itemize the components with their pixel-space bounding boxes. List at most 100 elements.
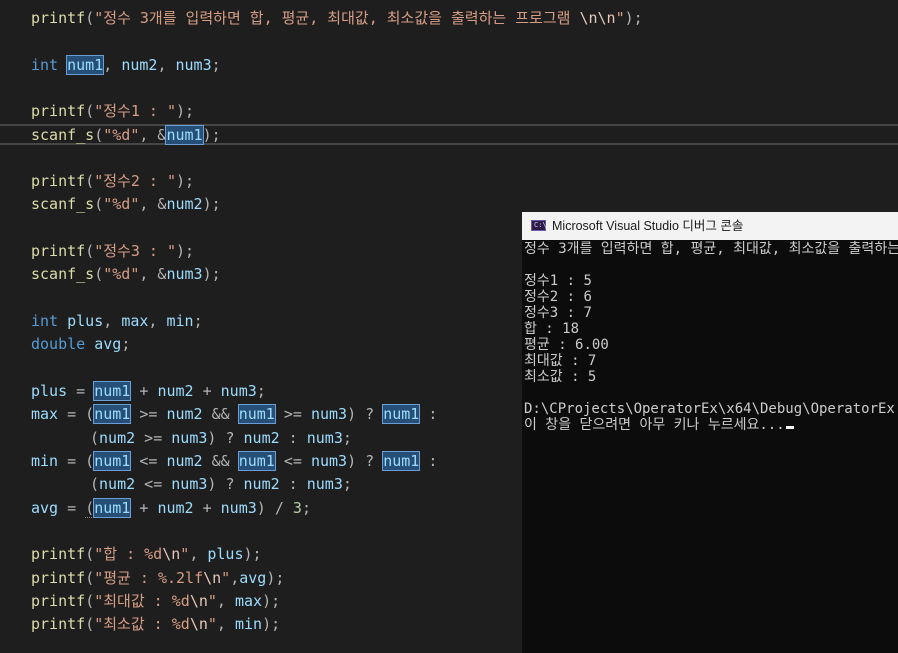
console-icon-label: C:\ bbox=[534, 221, 547, 229]
code-token: ; bbox=[342, 429, 352, 447]
code-token: ); bbox=[202, 195, 221, 213]
code-token: ); bbox=[202, 126, 221, 144]
code-line-14[interactable]: min = (num1 <= num2 && num1 <= num3) ? n… bbox=[31, 450, 437, 472]
code-token: ); bbox=[262, 615, 281, 633]
code-token: num3 bbox=[166, 265, 203, 283]
code-token: \n bbox=[189, 615, 208, 633]
code-token: num2 bbox=[166, 195, 203, 213]
code-line-16[interactable]: avg = (num1 + num2 + num3) / 3; bbox=[31, 497, 311, 519]
code-token: plus bbox=[31, 382, 68, 400]
code-token: "최대값 : %d bbox=[94, 592, 190, 610]
code-token-selected: num1 bbox=[93, 498, 132, 518]
code-token: num3 bbox=[310, 452, 348, 470]
code-token: num2 bbox=[166, 452, 203, 470]
code-token: min bbox=[31, 452, 59, 470]
code-token: : bbox=[419, 452, 438, 470]
code-token: "정수 3개를 입력하면 합, 평균, 최대값, 최소값을 출력하는 프로그램 bbox=[94, 9, 580, 27]
code-token: num3 bbox=[171, 429, 208, 447]
code-line-12[interactable]: max = (num1 >= num2 && num1 >= num3) ? n… bbox=[31, 403, 437, 425]
code-line-18[interactable]: printf("평균 : %.2lf\n",avg); bbox=[31, 567, 284, 589]
console-line: 합 : 18 bbox=[524, 321, 580, 337]
code-line-11[interactable]: plus = num1 + num2 + num3; bbox=[31, 380, 266, 402]
code-token: = bbox=[67, 382, 95, 400]
code-token: , bbox=[157, 56, 176, 74]
code-token: plus bbox=[207, 545, 244, 563]
code-token: ; bbox=[211, 56, 221, 74]
console-line: 최소값 : 5 bbox=[524, 369, 597, 385]
code-line-2[interactable]: int num1, num2, num3; bbox=[31, 54, 221, 76]
code-token: ); bbox=[266, 569, 285, 587]
code-line-8[interactable]: scanf_s("%d", &num3); bbox=[31, 263, 221, 285]
code-token: ); bbox=[262, 592, 281, 610]
code-line-7[interactable]: printf("정수3 : "); bbox=[31, 240, 194, 262]
code-token: ; bbox=[193, 312, 203, 330]
code-token: "최소값 : %d bbox=[94, 615, 190, 633]
code-token: "%d" bbox=[103, 195, 140, 213]
code-token: " bbox=[615, 9, 625, 27]
code-token: num2 bbox=[157, 382, 194, 400]
code-line-13[interactable]: (num2 >= num3) ? num2 : num3; bbox=[90, 427, 352, 449]
code-line-20[interactable]: printf("최소값 : %d\n", min); bbox=[31, 613, 280, 635]
code-token: ) ? bbox=[347, 452, 384, 470]
code-token: >= bbox=[130, 405, 167, 423]
code-token: ); bbox=[243, 545, 262, 563]
code-token: num3 bbox=[220, 499, 257, 517]
code-token: num3 bbox=[171, 475, 208, 493]
code-token: ( bbox=[90, 475, 100, 493]
code-token-selected: num1 bbox=[237, 404, 276, 424]
code-token: num2 bbox=[121, 56, 158, 74]
code-token: "합 : %d bbox=[94, 545, 163, 563]
code-token: , & bbox=[139, 265, 167, 283]
code-token: ( bbox=[94, 126, 104, 144]
code-token: num2 bbox=[243, 475, 280, 493]
code-token: num3 bbox=[306, 429, 343, 447]
code-line-19[interactable]: printf("최대값 : %d\n", max); bbox=[31, 590, 280, 612]
code-token: ( bbox=[85, 569, 95, 587]
code-token: ); bbox=[202, 265, 221, 283]
debug-console-window[interactable]: C:\ Microsoft Visual Studio 디버그 콘솔 정수 3개… bbox=[522, 212, 898, 653]
code-line-9[interactable]: int plus, max, min; bbox=[31, 310, 203, 332]
code-token-selected: num1 bbox=[93, 404, 132, 424]
code-token: , bbox=[103, 56, 122, 74]
code-token: double bbox=[31, 335, 86, 353]
code-token: num2 bbox=[243, 429, 280, 447]
code-line-4[interactable]: scanf_s("%d", &num1); bbox=[31, 124, 221, 146]
code-token: + bbox=[193, 499, 221, 517]
code-token: ); bbox=[176, 102, 195, 120]
code-token: && bbox=[202, 452, 239, 470]
code-token: ( bbox=[85, 592, 95, 610]
code-line-1[interactable]: printf("정수 3개를 입력하면 합, 평균, 최대값, 최소값을 출력하… bbox=[31, 7, 643, 29]
code-token: avg bbox=[94, 335, 122, 353]
code-token: ) ? bbox=[347, 405, 384, 423]
code-token: max bbox=[234, 592, 263, 610]
code-token: num3 bbox=[306, 475, 343, 493]
code-token: \n bbox=[189, 592, 208, 610]
code-line-5[interactable]: printf("정수2 : "); bbox=[31, 170, 194, 192]
code-token: + bbox=[130, 499, 158, 517]
console-line: 정수3 : 7 bbox=[524, 305, 592, 321]
code-token: : bbox=[279, 475, 307, 493]
code-token: scanf_s bbox=[31, 195, 95, 213]
code-token-selected: num1 bbox=[237, 451, 276, 471]
code-token: printf bbox=[31, 545, 86, 563]
console-output[interactable]: 정수 3개를 입력하면 합, 평균, 최대값, 최소값을 출력하는 프로그램 정… bbox=[522, 240, 898, 653]
code-line-10[interactable]: double avg; bbox=[31, 333, 130, 355]
code-token: ; bbox=[256, 382, 266, 400]
code-token: ( bbox=[85, 615, 95, 633]
code-line-6[interactable]: scanf_s("%d", &num2); bbox=[31, 193, 221, 215]
code-line-3[interactable]: printf("정수1 : "); bbox=[31, 100, 194, 122]
code-line-15[interactable]: (num2 <= num3) ? num2 : num3; bbox=[90, 473, 352, 495]
code-token-selected: num1 bbox=[93, 381, 132, 401]
console-window-title: Microsoft Visual Studio 디버그 콘솔 bbox=[552, 219, 744, 233]
code-token: , bbox=[216, 615, 235, 633]
code-token: avg bbox=[31, 499, 59, 517]
code-token: ; bbox=[342, 475, 352, 493]
code-token: ( bbox=[94, 195, 104, 213]
code-token: ( bbox=[90, 429, 100, 447]
code-line-17[interactable]: printf("합 : %d\n", plus); bbox=[31, 543, 262, 565]
code-token: num3 bbox=[175, 56, 212, 74]
code-token: " bbox=[180, 545, 190, 563]
code-token: " bbox=[221, 569, 231, 587]
console-title-bar[interactable]: C:\ Microsoft Visual Studio 디버그 콘솔 bbox=[522, 212, 898, 240]
code-token: printf bbox=[31, 569, 86, 587]
